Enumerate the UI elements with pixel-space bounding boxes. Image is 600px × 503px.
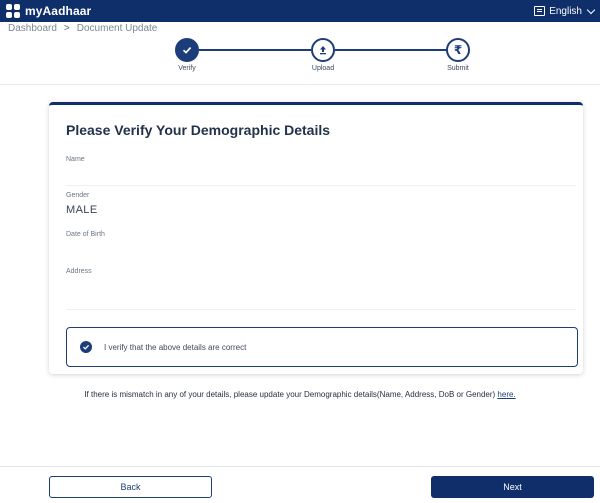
back-button[interactable]: Back xyxy=(49,476,212,498)
breadcrumb-document-update: Document Update xyxy=(76,23,158,34)
breadcrumb-separator: > xyxy=(63,23,70,34)
brand[interactable]: myAadhaar xyxy=(6,4,91,18)
footer-bar: Back Next xyxy=(0,466,600,503)
step-label-submit: Submit xyxy=(447,65,469,72)
mismatch-text: If there is mismatch in any of your deta… xyxy=(84,390,498,399)
step-label-verify: Verify xyxy=(178,65,196,72)
check-icon xyxy=(182,47,192,54)
card-title: Please Verify Your Demographic Details xyxy=(66,122,331,138)
language-label: English xyxy=(549,5,582,17)
step-connector xyxy=(335,49,446,51)
top-bar: myAadhaar English xyxy=(0,0,600,22)
chevron-down-icon xyxy=(586,5,596,14)
verify-label: I verify that the above details are corr… xyxy=(104,342,247,352)
step-submit: ₹ xyxy=(446,38,470,62)
app-grid-icon xyxy=(6,4,20,18)
step-upload xyxy=(311,38,335,62)
language-selector[interactable]: English xyxy=(534,5,596,17)
demographic-card: Please Verify Your Demographic Details N… xyxy=(49,102,583,374)
progress-stepper: Verify Upload ₹ Submit xyxy=(0,36,600,76)
field-divider xyxy=(66,309,576,310)
verify-checkbox[interactable]: I verify that the above details are corr… xyxy=(66,327,578,367)
step-connector xyxy=(199,49,311,51)
field-label-gender: Gender xyxy=(66,192,90,199)
field-label-address: Address xyxy=(66,268,92,275)
update-here-link[interactable]: here. xyxy=(497,390,515,399)
next-button[interactable]: Next xyxy=(431,476,594,498)
breadcrumb-dashboard[interactable]: Dashboard xyxy=(8,23,57,34)
field-label-dob: Date of Birth xyxy=(66,231,105,238)
upload-icon xyxy=(320,46,326,55)
mismatch-notice: If there is mismatch in any of your deta… xyxy=(0,390,600,399)
breadcrumb: Dashboard > Document Update xyxy=(8,23,157,34)
field-label-name: Name xyxy=(66,156,85,163)
step-label-upload: Upload xyxy=(311,65,335,72)
language-icon xyxy=(534,6,546,16)
rupee-icon: ₹ xyxy=(453,43,463,57)
header-divider xyxy=(0,84,600,85)
field-value-gender: MALE xyxy=(66,204,98,216)
field-divider xyxy=(66,185,576,186)
checked-icon[interactable] xyxy=(80,341,92,353)
app-name: myAadhaar xyxy=(25,4,92,18)
step-verify xyxy=(175,38,199,62)
